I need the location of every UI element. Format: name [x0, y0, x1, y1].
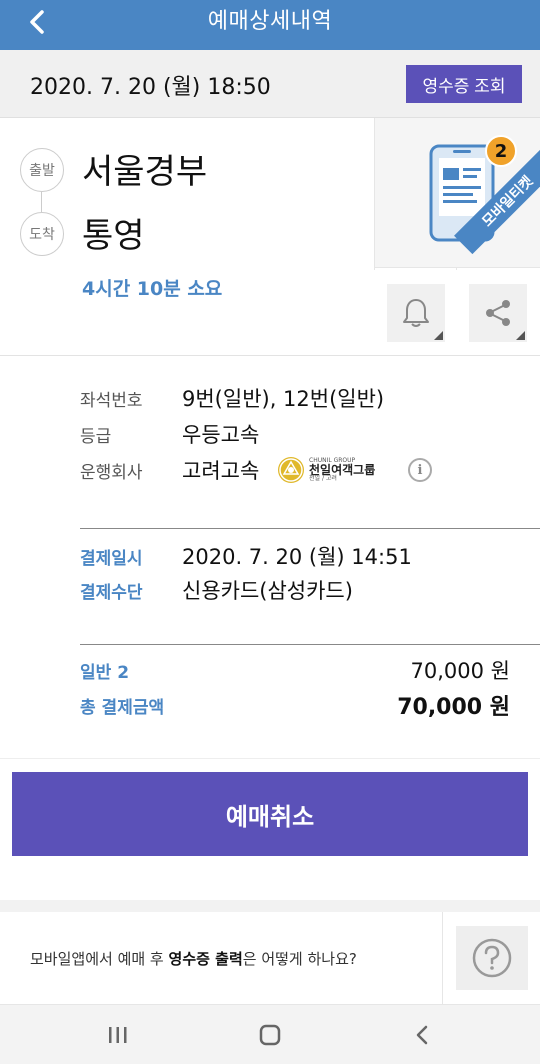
faq-highlight: 영수증 출력: [168, 950, 243, 968]
alarm-button[interactable]: [374, 270, 458, 356]
home-button[interactable]: [250, 1017, 290, 1053]
departure-tag: 출발: [20, 148, 64, 192]
faq-prefix: 모바일앱에서 예매 후: [30, 950, 169, 968]
total-amount-label: 총 결제금액: [80, 698, 165, 718]
section-divider: [0, 758, 540, 759]
cancel-booking-button[interactable]: 예매취소: [12, 772, 528, 856]
recent-apps-icon: [109, 1027, 127, 1043]
system-back-button[interactable]: [402, 1017, 442, 1053]
departure-datetime: 2020. 7. 20 (월) 18:50: [30, 75, 271, 100]
faq-suffix: 은 어떻게 하나요?: [242, 950, 357, 968]
alarm-icon-box: [387, 284, 445, 342]
faq-question: 모바일앱에서 예매 후 영수증 출력은 어떻게 하나요?: [30, 948, 357, 969]
grade-value: 우등고속: [182, 423, 260, 447]
ticket-count-badge: 2: [485, 135, 517, 167]
mobile-ticket-button[interactable]: 2 모바일티켓: [374, 118, 540, 268]
company-label: 운행회사: [80, 463, 143, 483]
help-button[interactable]: [456, 926, 528, 990]
back-button[interactable]: [20, 4, 56, 40]
payment-method-value: 신용카드(삼성카드): [182, 579, 353, 603]
payment-date-label: 결제일시: [80, 549, 143, 569]
travel-duration: 4시간 10분 소요: [82, 278, 223, 300]
share-button[interactable]: [456, 270, 540, 356]
section-rule: [80, 644, 540, 645]
corner-mark: [434, 331, 443, 340]
seat-value: 9번(일반), 12번(일반): [182, 387, 385, 411]
company-logo-mark: [278, 457, 304, 483]
system-navigation-bar: [0, 1004, 540, 1064]
section-divider: [0, 355, 540, 356]
info-icon[interactable]: i: [408, 458, 432, 482]
page-title: 예매상세내역: [207, 9, 333, 34]
company-logo: CHUNIL GROUP 천일여객그룹 천일 / 고려: [278, 455, 375, 485]
chevron-left-icon: [30, 10, 44, 34]
company-value: 고려고속: [182, 459, 260, 483]
arrival-terminal: 통영: [82, 216, 145, 256]
general-fare-label: 일반 2: [80, 663, 130, 683]
logo-sub: 천일 / 고려: [309, 475, 337, 482]
seat-label: 좌석번호: [80, 391, 143, 411]
route-connector: [41, 192, 42, 212]
route-info: 출발 도착 서울경부 통영 4시간 10분 소요: [0, 118, 374, 356]
share-icon: [486, 300, 510, 326]
recent-apps-button[interactable]: [98, 1017, 138, 1053]
share-icon-box: [469, 284, 527, 342]
receipt-button[interactable]: 영수증 조회: [406, 65, 522, 103]
bell-icon: [403, 299, 429, 327]
section-gap: [0, 900, 540, 912]
total-amount-value: 70,000 원: [397, 695, 510, 720]
payment-date-value: 2020. 7. 20 (월) 14:51: [182, 545, 412, 569]
home-icon: [259, 1024, 281, 1046]
app-header: 예매상세내역: [0, 0, 540, 50]
chevron-left-icon: [416, 1025, 428, 1045]
question-icon: [472, 938, 512, 978]
payment-method-label: 결제수단: [80, 583, 143, 603]
departure-date-bar: 2020. 7. 20 (월) 18:50 영수증 조회: [0, 50, 540, 118]
booking-detail-page: 예매상세내역 2020. 7. 20 (월) 18:50 영수증 조회 출발 도…: [0, 0, 540, 1064]
arrival-tag: 도착: [20, 212, 64, 256]
corner-mark: [516, 331, 525, 340]
general-fare-value: 70,000 원: [410, 659, 510, 683]
faq-banner[interactable]: 모바일앱에서 예매 후 영수증 출력은 어떻게 하나요?: [0, 912, 540, 1004]
departure-terminal: 서울경부: [82, 152, 208, 192]
section-rule: [80, 528, 540, 529]
grade-label: 등급: [80, 427, 112, 447]
emblem-icon: [279, 458, 303, 482]
company-logo-text: CHUNIL GROUP 천일여객그룹 천일 / 고려: [309, 458, 375, 482]
faq-divider: [442, 912, 443, 1004]
